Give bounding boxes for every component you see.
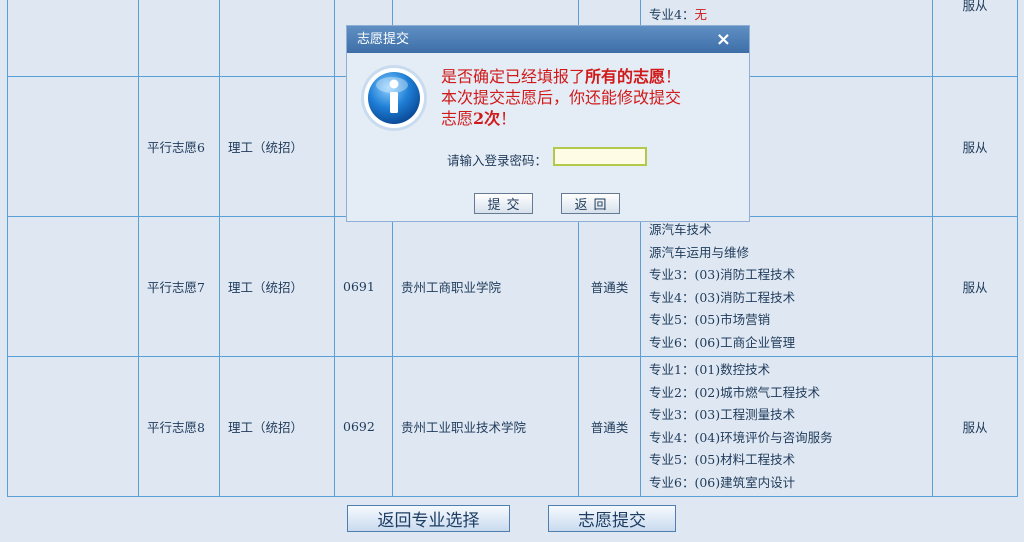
major-item: 专业4：(03)消防工程技术 (649, 287, 924, 310)
table-row: 平行志愿8 理工（统招） 0692 贵州工业职业技术学院 普通类 专业1：(01)数控技术… (7, 356, 1018, 497)
msg-emphasis: 所有的志愿 (585, 67, 666, 86)
school-type: 普通类 (578, 216, 641, 357)
dialog-title-bar: 志愿提交 × (347, 26, 749, 53)
major-item: 源汽车技术 (649, 219, 924, 242)
major-item: 专业1：(01)数控技术 (649, 359, 924, 382)
dialog-title: 志愿提交 (357, 32, 410, 47)
msg-text: 本次提交志愿后，你还能修改提交 (441, 88, 682, 107)
blank-cell (7, 76, 139, 217)
major-name: (06)工商企业管理 (694, 334, 796, 350)
volunteer-label: 平行志愿6 (138, 76, 220, 217)
obey-cell: 服从 (932, 356, 1018, 497)
major-item: 源汽车运用与维修 (649, 242, 924, 265)
major-name: (03)工程测量技术 (694, 407, 796, 422)
major-item: 专业6：(06)工商企业管理 (649, 332, 924, 355)
major-name: 源汽车技术 (649, 222, 712, 237)
msg-text: 是否确定已经填报了 (441, 67, 586, 86)
confirm-message: 是否确定已经填报了所有的志愿！ 本次提交志愿后，你还能修改提交 志愿2次！ (441, 66, 741, 129)
back-to-major-button[interactable]: 返回专业选择 (347, 505, 510, 532)
volunteer-label: 平行志愿8 (138, 356, 220, 497)
blank-cell (7, 216, 139, 357)
major-prefix: 专业5： (649, 312, 695, 327)
obey-cell: 服从 (932, 76, 1018, 217)
major-name: (06)建筑室内设计 (694, 474, 796, 490)
major-name: (05)市场营销 (694, 312, 771, 327)
cancel-button[interactable]: 返回 (561, 193, 620, 214)
msg-text: ！ (665, 67, 682, 86)
major-name: (03)消防工程技术 (694, 289, 796, 305)
major-prefix: 专业4： (649, 429, 695, 445)
majors-cell: 专业1：(01)数控技术 专业2：(02)城市燃气工程技术 专业3：(03)工程测量… (640, 356, 933, 497)
major-name: (02)城市燃气工程技术 (694, 384, 821, 400)
major-item: 专业4：无 (649, 4, 924, 27)
obey-cell: 服从 (932, 216, 1018, 357)
major-prefix: 专业1： (649, 362, 695, 377)
major-name: 源汽车运用与维修 (649, 244, 750, 260)
major-name: 无 (694, 6, 707, 22)
confirm-submit-button[interactable]: 提交 (474, 193, 533, 214)
blank-cell (7, 0, 139, 77)
major-prefix: 专业2： (649, 384, 695, 400)
school-name: 贵州工商职业学院 (392, 216, 579, 357)
major-item: 专业3：(03)消防工程技术 (649, 264, 924, 287)
category-cell (219, 0, 335, 77)
volunteer-label (138, 0, 220, 77)
major-prefix: 专业6： (649, 474, 695, 490)
blank-cell (7, 356, 139, 497)
school-type: 普通类 (578, 356, 641, 497)
category-cell: 理工（统招） (219, 76, 335, 217)
category-cell: 理工（统招） (219, 216, 335, 357)
close-icon[interactable]: × (716, 26, 731, 53)
table-row: 平行志愿7 理工（统招） 0691 贵州工商职业学院 普通类 源汽车技术 源汽车运用与维修专… (7, 216, 1018, 357)
majors-cell: 源汽车技术 源汽车运用与维修 专业3：(03)消防工程技术 专业4：(03)消防工程技… (640, 216, 933, 357)
major-item: 专业5：(05)市场营销 (649, 309, 924, 332)
obey-cell: 服从 (932, 0, 1018, 77)
volunteer-label: 平行志愿7 (138, 216, 220, 357)
submit-dialog: 志愿提交 × 是否确定已经填报了所有的志愿！ 本次提交志愿后，你还能修改提交 志… (346, 25, 750, 222)
major-item: 专业5：(05)材料工程技术 (649, 449, 924, 472)
category-cell: 理工（统招） (219, 356, 335, 497)
major-item: 专业4：(04)环境评价与咨询服务 (649, 427, 924, 450)
major-name: (01)数控技术 (694, 362, 771, 377)
major-prefix: 专业3： (649, 267, 695, 282)
major-prefix: 专业4： (649, 289, 695, 305)
major-item: 专业3：(03)工程测量技术 (649, 404, 924, 427)
password-input[interactable] (553, 147, 647, 166)
major-name: (05)材料工程技术 (694, 452, 796, 467)
school-name: 贵州工业职业技术学院 (392, 356, 579, 497)
msg-emphasis: 2次 (473, 109, 501, 128)
major-prefix: 专业4： (649, 6, 695, 22)
major-item: 专业2：(02)城市燃气工程技术 (649, 382, 924, 405)
major-name: (03)消防工程技术 (694, 267, 796, 282)
info-icon (359, 63, 429, 137)
major-name: (04)环境评价与咨询服务 (694, 429, 833, 445)
msg-text: 志愿 (441, 109, 474, 128)
major-item: 专业6：(06)建筑室内设计 (649, 472, 924, 495)
major-prefix: 专业6： (649, 334, 695, 350)
submit-volunteer-button[interactable]: 志愿提交 (548, 505, 676, 532)
msg-text: ！ (500, 109, 517, 128)
school-code: 0691 (334, 216, 393, 357)
major-prefix: 专业5： (649, 452, 695, 467)
major-prefix: 专业3： (649, 407, 695, 422)
password-label: 请输入登录密码： (447, 153, 548, 168)
school-code: 0692 (334, 356, 393, 497)
